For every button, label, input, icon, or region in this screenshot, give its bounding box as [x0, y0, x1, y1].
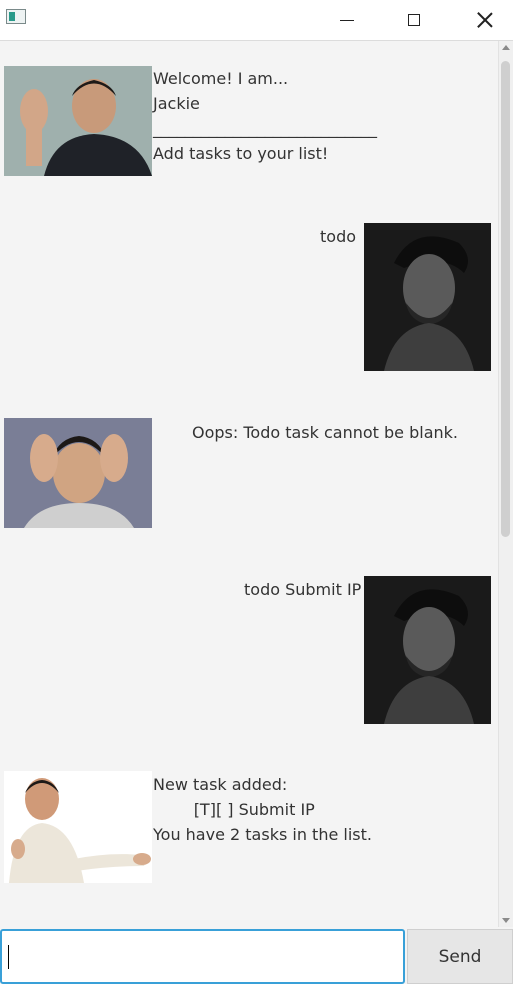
message-line: You have 2 tasks in the list.: [153, 825, 372, 844]
user-avatar: [364, 223, 491, 371]
bot-avatar: [4, 418, 152, 528]
scroll-down-icon[interactable]: [502, 918, 510, 923]
scroll-up-icon[interactable]: [502, 45, 510, 50]
user-message: todo: [320, 227, 357, 246]
vertical-scrollbar[interactable]: [498, 41, 513, 927]
scroll-thumb[interactable]: [501, 61, 510, 537]
bot-message: Oops: Todo task cannot be blank.: [192, 423, 459, 442]
bot-avatar: [4, 771, 152, 883]
message-line: ____________________________: [153, 119, 377, 138]
user-message: todo Submit IP: [244, 580, 362, 599]
close-icon: [477, 12, 493, 28]
bot-message: New task added: [T][ ] Submit IP You have…: [153, 772, 372, 847]
text-caret: [8, 945, 9, 969]
message-line: New task added:: [153, 775, 288, 794]
message-line: [T][ ] Submit IP: [153, 800, 315, 819]
message-input[interactable]: [0, 929, 405, 984]
maximize-icon: [408, 14, 420, 26]
message-line: Add tasks to your list!: [153, 144, 329, 163]
app-icon: [6, 9, 26, 24]
user-avatar: [364, 576, 491, 724]
bot-avatar: [4, 66, 152, 176]
close-button[interactable]: [462, 0, 508, 40]
title-bar: [0, 0, 513, 41]
bot-message: Welcome! I am... Jackie __________________…: [153, 66, 377, 166]
message-line: Jackie: [153, 94, 200, 113]
minimize-button[interactable]: [324, 0, 370, 40]
maximize-button[interactable]: [391, 0, 437, 40]
message-line: Welcome! I am...: [153, 69, 289, 88]
minimize-icon: [340, 19, 354, 21]
send-button[interactable]: Send: [407, 929, 513, 984]
